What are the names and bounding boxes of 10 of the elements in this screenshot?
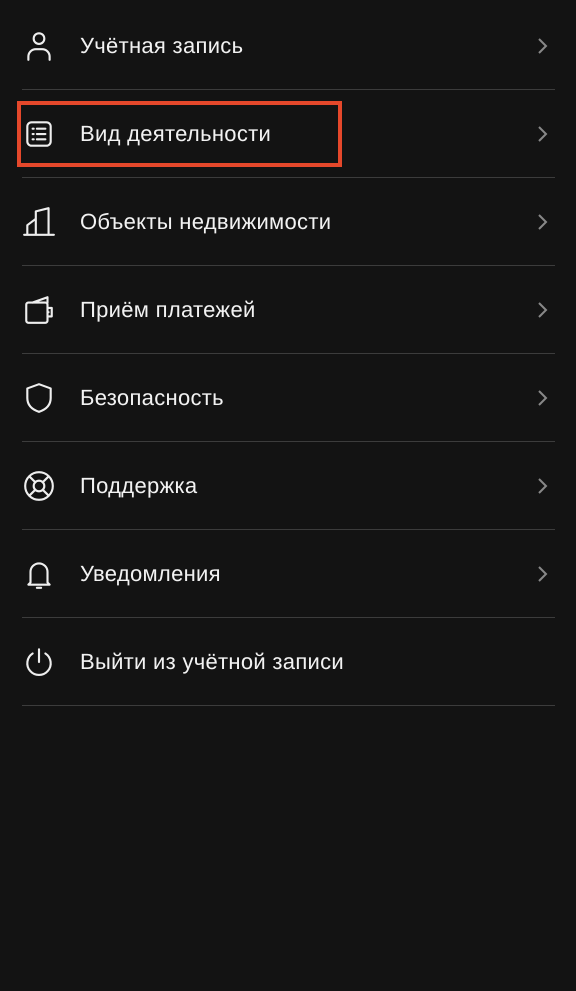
menu-item-label[interactable]: Выйти из учётной записи bbox=[80, 648, 344, 674]
menu-item-label[interactable]: Безопасность bbox=[80, 384, 224, 410]
menu-item-label[interactable]: Учётная запись bbox=[80, 32, 244, 58]
menu-item-label[interactable]: Приём платежей bbox=[80, 296, 256, 322]
menu-item-label[interactable]: Объекты недвижимости bbox=[80, 208, 332, 234]
buildings-icon bbox=[22, 204, 56, 238]
lifebuoy-icon bbox=[22, 468, 56, 502]
menu-item-label[interactable]: Вид деятельности bbox=[80, 120, 272, 146]
menu-item-label[interactable]: Поддержка bbox=[80, 472, 198, 498]
menu-item-label[interactable]: Уведомления bbox=[80, 560, 221, 586]
